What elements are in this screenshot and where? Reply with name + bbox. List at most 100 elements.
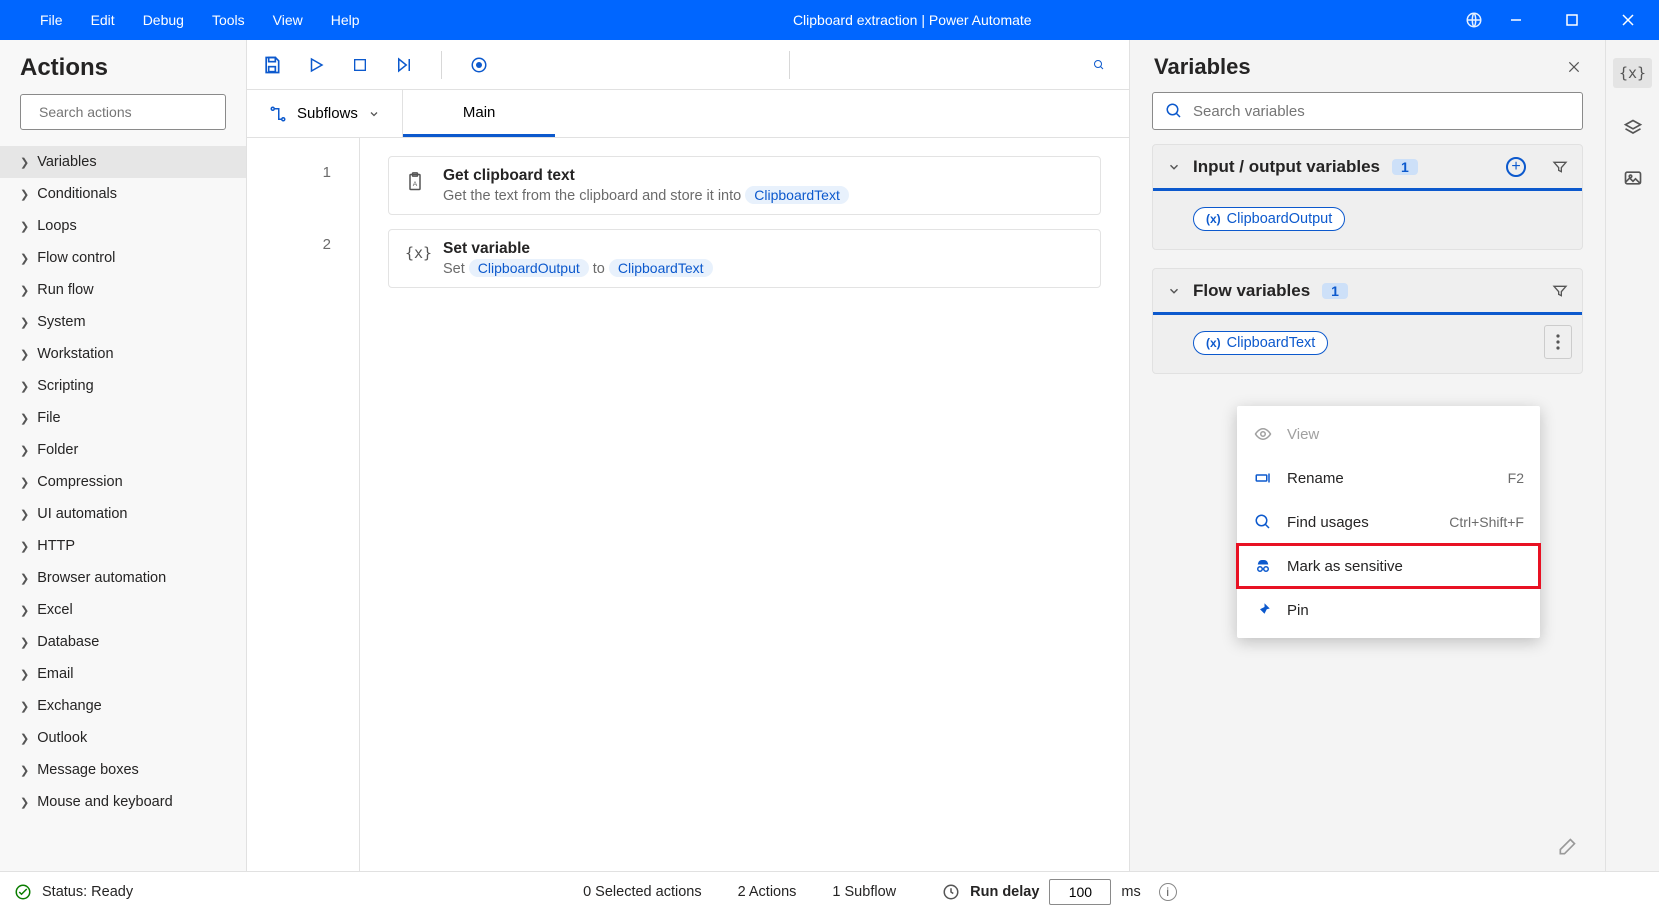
variable-clipboard-output[interactable]: (x) ClipboardOutput [1193,207,1345,231]
separator [441,51,442,79]
tree-item-workstation[interactable]: ❯ Workstation [0,338,246,370]
step-button[interactable] [393,54,415,76]
variable-more-button[interactable] [1544,325,1572,359]
tree-item-exchange[interactable]: ❯Exchange [0,690,246,722]
menu-help[interactable]: Help [331,12,360,28]
variables-search-input[interactable] [1193,103,1570,120]
step-set-variable[interactable]: {x} Set variable Set ClipboardOutput to … [388,229,1101,288]
filter-button[interactable] [1552,159,1568,175]
variable-chip: ClipboardText [745,186,849,204]
io-section-header[interactable]: Input / output variables 1 + [1153,145,1582,191]
separator [789,51,790,79]
minimize-button[interactable] [1493,0,1539,40]
tree-item-label: Workstation [37,346,113,362]
variables-search[interactable] [1152,92,1583,130]
flow-variables-section: Flow variables 1 (x) ClipboardText [1152,268,1583,374]
chevron-down-icon [1167,284,1181,298]
tree-item-label: HTTP [37,538,75,554]
add-io-variable-button[interactable]: + [1506,157,1526,177]
step-name: Set variable [443,240,713,258]
run-button[interactable] [305,54,327,76]
flow-section-header[interactable]: Flow variables 1 [1153,269,1582,315]
tree-item-browser-automation[interactable]: ❯Browser automation [0,562,246,594]
incognito-icon [1253,557,1273,575]
close-panel-button[interactable] [1567,60,1581,74]
maximize-icon [1566,14,1578,26]
rail-ui-elements[interactable] [1623,118,1643,138]
filter-button[interactable] [1552,283,1568,299]
subflows-button[interactable]: Subflows [247,90,403,137]
tree-item-label: System [37,314,85,330]
tree-item-conditionals[interactable]: ❯ Conditionals [0,178,246,210]
chevron-right-icon: ❯ [20,188,29,201]
tree-item-http[interactable]: ❯HTTP [0,530,246,562]
menu-debug[interactable]: Debug [143,12,184,28]
subflows-label: Subflows [297,105,358,122]
tree-item-compression[interactable]: ❯Compression [0,466,246,498]
record-button[interactable] [468,54,490,76]
variable-clipboard-text[interactable]: (x) ClipboardText [1193,331,1328,355]
step-get-clipboard[interactable]: A Get clipboard text Get the text from t… [388,156,1101,215]
designer-toolbar [247,40,1129,90]
environment-indicator[interactable] [1465,11,1483,29]
ctx-pin[interactable]: Pin [1237,588,1540,632]
chevron-down-icon [1167,160,1181,174]
tree-item-loops[interactable]: ❯Loops [0,210,246,242]
save-icon [262,55,282,75]
tree-item-variables[interactable]: ❯Variables [0,146,246,178]
tree-item-scripting[interactable]: ❯Scripting [0,370,246,402]
flow-count-badge: 1 [1322,283,1348,299]
tree-item-mouse-and-keyboard[interactable]: ❯Mouse and keyboard [0,786,246,818]
chevron-right-icon: ❯ [20,348,29,361]
selected-actions: 0 Selected actions [583,884,702,900]
line-number: 2 [247,228,359,300]
tree-item-run-flow[interactable]: ❯Run flow [0,274,246,306]
status-text: Status: Ready [42,884,133,900]
tree-item-flow-control[interactable]: ❯Flow control [0,242,246,274]
tab-main[interactable]: Main [403,90,556,137]
eraser-button[interactable] [1557,837,1577,857]
chevron-right-icon: ❯ [20,572,29,585]
tree-item-file[interactable]: ❯File [0,402,246,434]
clock-icon [942,883,960,901]
rail-variables[interactable]: {x} [1613,58,1652,88]
menu-edit[interactable]: Edit [91,12,115,28]
tree-item-folder[interactable]: ❯Folder [0,434,246,466]
tree-item-ui-automation[interactable]: ❯UI automation [0,498,246,530]
ctx-rename[interactable]: RenameF2 [1237,456,1540,500]
menu-tools[interactable]: Tools [212,12,245,28]
tree-item-message-boxes[interactable]: ❯Message boxes [0,754,246,786]
rename-icon [1253,469,1273,487]
tree-item-email[interactable]: ❯Email [0,658,246,690]
actions-search[interactable] [20,94,226,130]
run-delay-input[interactable] [1049,879,1111,905]
tree-item-label: Conditionals [37,186,117,202]
tree-item-outlook[interactable]: ❯Outlook [0,722,246,754]
info-icon[interactable]: i [1159,883,1177,901]
eraser-icon [1557,837,1577,857]
ctx-mark-as-sensitive[interactable]: Mark as sensitive [1237,544,1540,588]
chevron-down-icon [368,108,380,120]
globe-icon [1465,11,1483,29]
actions-search-input[interactable] [39,104,220,120]
tree-item-system[interactable]: ❯System [0,306,246,338]
save-button[interactable] [261,54,283,76]
close-button[interactable] [1605,0,1651,40]
flow-search-button[interactable] [1093,54,1115,76]
svg-text:A: A [413,181,418,188]
close-icon [1567,60,1581,74]
tree-item-label: Database [37,634,99,650]
ctx-find-usages[interactable]: Find usagesCtrl+Shift+F [1237,500,1540,544]
tree-item-label: Mouse and keyboard [37,794,172,810]
stop-button[interactable] [349,54,371,76]
io-section-title: Input / output variables [1193,157,1380,177]
tree-item-label: Excel [37,602,72,618]
maximize-button[interactable] [1549,0,1595,40]
tree-item-excel[interactable]: ❯Excel [0,594,246,626]
menu-file[interactable]: File [40,12,63,28]
tree-item-database[interactable]: ❯Database [0,626,246,658]
rail-images[interactable] [1623,168,1643,188]
menu-view[interactable]: View [273,12,303,28]
step-icon [394,56,414,74]
titlebar-right [1465,0,1659,40]
